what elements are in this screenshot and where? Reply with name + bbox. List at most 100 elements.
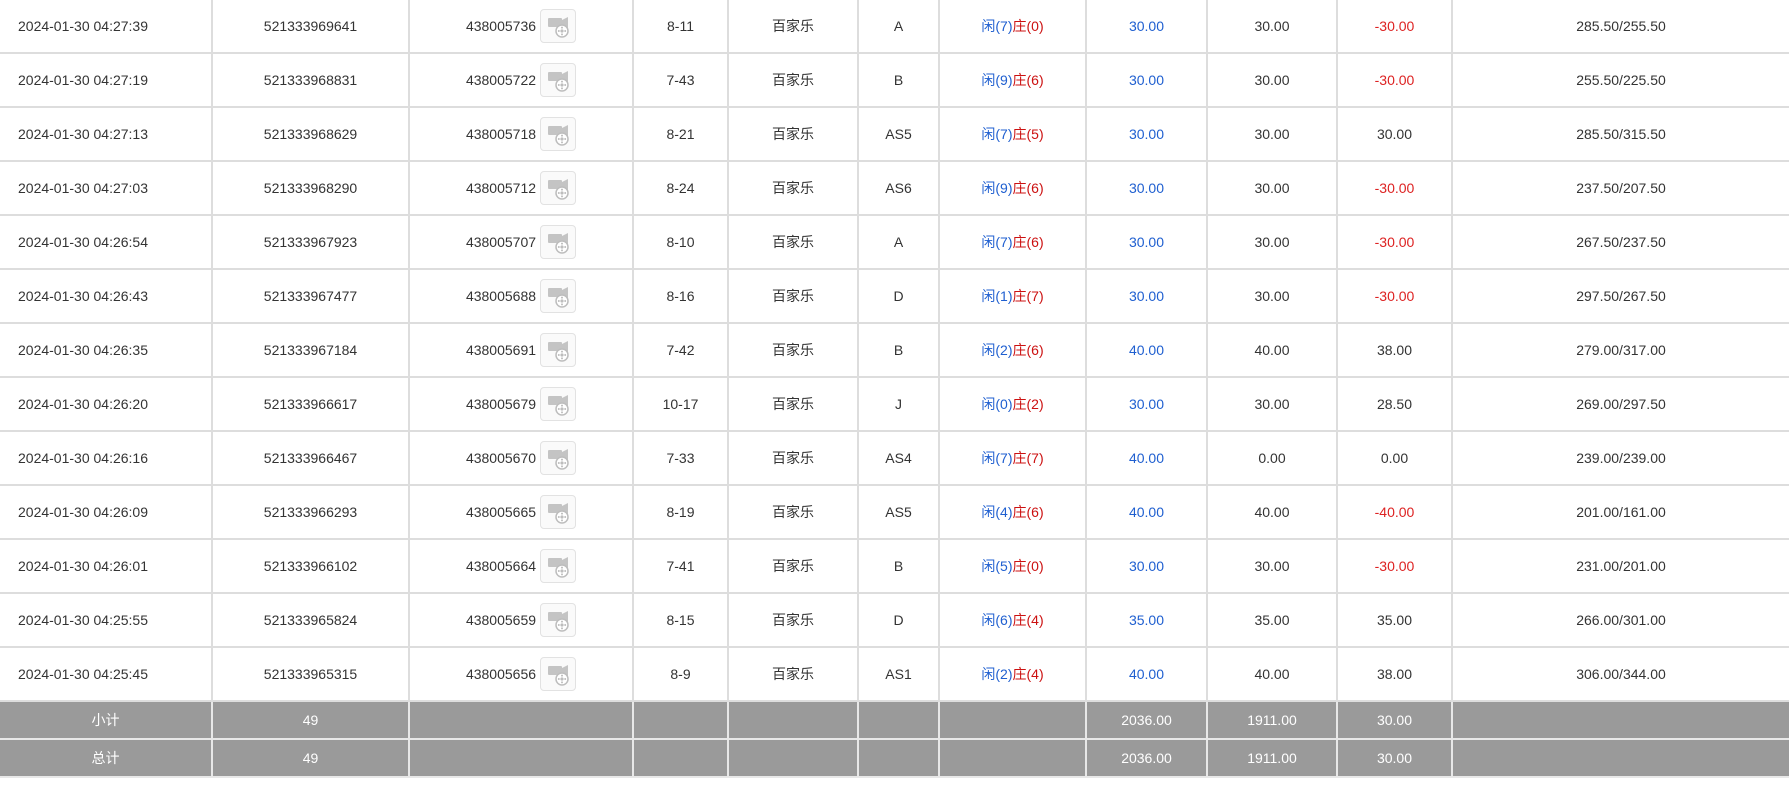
bet-amount: 40.00 bbox=[1086, 647, 1208, 702]
table-text: AS5 bbox=[885, 504, 912, 520]
result-cell: 闲(2)庄(4) bbox=[939, 647, 1087, 702]
win-text: 28.50 bbox=[1376, 396, 1413, 412]
video-replay-icon[interactable] bbox=[540, 171, 577, 205]
player-result: 闲(2) bbox=[981, 666, 1012, 682]
table-text: A bbox=[893, 18, 904, 34]
win-text: -30.00 bbox=[1374, 288, 1415, 304]
valid-bet: 30.00 bbox=[1207, 269, 1338, 324]
win-loss: -40.00 bbox=[1337, 485, 1453, 540]
time-text: 2024-01-30 04:26:09 bbox=[18, 504, 148, 520]
time-text: 2024-01-30 04:27:13 bbox=[18, 126, 148, 142]
round-cell: 438005656 bbox=[409, 647, 634, 702]
player-score: (7) bbox=[995, 234, 1013, 250]
balance-before-after: 255.50/225.50 bbox=[1452, 53, 1789, 108]
balance-before-after: 237.50/207.50 bbox=[1452, 161, 1789, 216]
b-label-text: 庄 bbox=[1012, 612, 1027, 628]
result-cell: 闲(6)庄(4) bbox=[939, 593, 1087, 648]
shoe-text: 7-33 bbox=[666, 450, 695, 466]
video-replay-icon[interactable] bbox=[540, 657, 577, 691]
table-row: 2024-01-30 04:27:19 521333968831 4380057… bbox=[0, 53, 1789, 108]
player-result: 闲(7) bbox=[981, 126, 1012, 142]
table-name: AS5 bbox=[858, 485, 940, 540]
bet-no-text: 521333967477 bbox=[263, 288, 358, 304]
valid-bet: 30.00 bbox=[1207, 539, 1338, 594]
game-text: 百家乐 bbox=[772, 666, 814, 682]
video-replay-icon[interactable] bbox=[540, 225, 577, 259]
game-type: 百家乐 bbox=[728, 0, 859, 54]
shoe-text: 7-42 bbox=[666, 342, 695, 358]
banker-score: (7) bbox=[1026, 450, 1044, 466]
bet-amount: 30.00 bbox=[1086, 107, 1208, 162]
shoe-text: 8-15 bbox=[666, 612, 695, 628]
video-replay-icon[interactable] bbox=[540, 63, 577, 97]
win-text: -40.00 bbox=[1374, 504, 1415, 520]
banker-result: 庄(6) bbox=[1013, 72, 1044, 88]
player-score: (5) bbox=[995, 558, 1013, 574]
video-replay-icon[interactable] bbox=[540, 549, 577, 583]
p-label-text: 闲 bbox=[981, 504, 996, 520]
bet-number: 521333966617 bbox=[212, 377, 410, 432]
table-name: D bbox=[858, 269, 940, 324]
p-label-text: 闲 bbox=[981, 666, 996, 682]
valid-text: 30.00 bbox=[1254, 558, 1290, 574]
player-score: (7) bbox=[995, 450, 1013, 466]
table-name: AS1 bbox=[858, 647, 940, 702]
bet-time: 2024-01-30 04:27:19 bbox=[0, 53, 213, 108]
valid-text: 40.00 bbox=[1254, 342, 1290, 358]
game-text: 百家乐 bbox=[772, 180, 814, 196]
balance-before-after: 279.00/317.00 bbox=[1452, 323, 1789, 378]
b-label-text: 庄 bbox=[1012, 18, 1027, 34]
banker-result: 庄(0) bbox=[1013, 558, 1044, 574]
game-text: 百家乐 bbox=[772, 234, 814, 250]
valid-text: 30.00 bbox=[1254, 288, 1290, 304]
player-score: (9) bbox=[995, 180, 1013, 196]
table-name: J bbox=[858, 377, 940, 432]
bet-time: 2024-01-30 04:27:03 bbox=[0, 161, 213, 216]
bet-number: 521333967923 bbox=[212, 215, 410, 270]
round-number: 438005659 bbox=[465, 612, 537, 628]
game-text: 百家乐 bbox=[772, 504, 814, 520]
win-loss: 28.50 bbox=[1337, 377, 1453, 432]
player-score: (4) bbox=[995, 504, 1013, 520]
game-type: 百家乐 bbox=[728, 647, 859, 702]
banker-score: (4) bbox=[1026, 666, 1044, 682]
shoe-text: 10-17 bbox=[662, 396, 699, 412]
video-replay-icon[interactable] bbox=[540, 603, 577, 637]
video-replay-icon[interactable] bbox=[540, 9, 577, 43]
time-text: 2024-01-30 04:26:01 bbox=[18, 558, 148, 574]
balance-before-after: 285.50/315.50 bbox=[1452, 107, 1789, 162]
video-replay-icon[interactable] bbox=[540, 387, 577, 421]
balance-before-after: 297.50/267.50 bbox=[1452, 269, 1789, 324]
valid-bet: 30.00 bbox=[1207, 0, 1338, 54]
win-text: 38.00 bbox=[1376, 666, 1413, 682]
video-replay-icon[interactable] bbox=[540, 333, 577, 367]
bet-amount: 40.00 bbox=[1086, 485, 1208, 540]
bet-text: 30.00 bbox=[1128, 396, 1165, 412]
bet-time: 2024-01-30 04:26:09 bbox=[0, 485, 213, 540]
total-empty bbox=[858, 739, 940, 778]
subtotal-win: 30.00 bbox=[1337, 701, 1453, 740]
shoe-round: 8-16 bbox=[633, 269, 729, 324]
video-replay-icon[interactable] bbox=[540, 441, 577, 475]
player-result: 闲(7) bbox=[981, 450, 1012, 466]
balance-before-after: 267.50/237.50 bbox=[1452, 215, 1789, 270]
video-replay-icon[interactable] bbox=[540, 117, 577, 151]
valid-bet: 0.00 bbox=[1207, 431, 1338, 486]
balance-before-after: 285.50/255.50 bbox=[1452, 0, 1789, 54]
bet-time: 2024-01-30 04:26:43 bbox=[0, 269, 213, 324]
shoe-text: 7-41 bbox=[666, 558, 695, 574]
bet-amount: 30.00 bbox=[1086, 539, 1208, 594]
bet-text: 40.00 bbox=[1128, 666, 1165, 682]
banker-score: (4) bbox=[1026, 612, 1044, 628]
video-replay-icon[interactable] bbox=[540, 495, 577, 529]
game-type: 百家乐 bbox=[728, 485, 859, 540]
p-label-text: 闲 bbox=[981, 126, 996, 142]
bet-amount: 30.00 bbox=[1086, 53, 1208, 108]
valid-bet: 40.00 bbox=[1207, 647, 1338, 702]
video-replay-icon[interactable] bbox=[540, 279, 577, 313]
time-text: 2024-01-30 04:26:43 bbox=[18, 288, 148, 304]
bet-text: 30.00 bbox=[1128, 72, 1165, 88]
time-text: 2024-01-30 04:27:19 bbox=[18, 72, 148, 88]
balance-before-after: 201.00/161.00 bbox=[1452, 485, 1789, 540]
subtotal-empty bbox=[728, 701, 859, 740]
